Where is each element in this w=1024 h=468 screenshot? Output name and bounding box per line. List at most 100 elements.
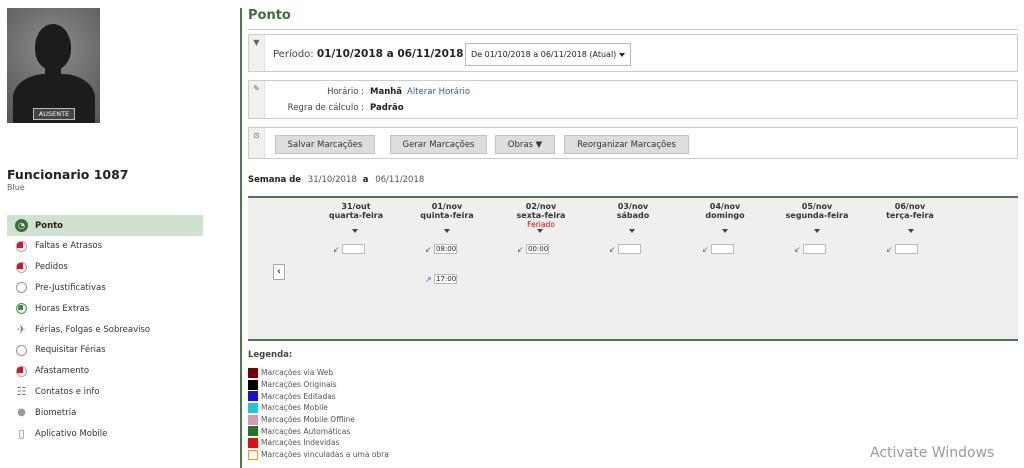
sidebar-item-afastamento[interactable]: Afastamento	[7, 361, 203, 382]
day-header: 04/nov domingo	[680, 202, 770, 220]
sidebar-item-biometria[interactable]: ● Biometria	[7, 402, 203, 423]
punch-in-field[interactable]: 08:00	[434, 244, 457, 254]
punch-out-slot[interactable]: ↗ 17:00	[425, 273, 457, 285]
obras-dropdown-button[interactable]: Obras ▼	[495, 135, 555, 154]
sidebar-item-label: Faltas e Atrasos	[35, 241, 103, 252]
punch-in-field[interactable]	[803, 244, 826, 254]
day-weekday: sábado	[616, 211, 650, 220]
chevron-down-icon[interactable]	[352, 229, 358, 233]
day-date: 01/nov	[431, 202, 463, 211]
punch-in-field[interactable]	[711, 244, 734, 254]
legend-swatch	[248, 414, 258, 425]
arrow-in-icon: ↙	[517, 244, 524, 254]
sidebar-item-faltas[interactable]: Faltas e Atrasos	[7, 236, 203, 257]
chevron-down-icon[interactable]	[629, 229, 635, 233]
legend-swatch	[248, 391, 258, 402]
prev-week-button[interactable]: ‹	[273, 264, 285, 280]
punch-in-slot[interactable]: ↙	[794, 243, 826, 255]
week-label: Semana de	[248, 175, 302, 185]
legend-item: Marcações Editadas	[248, 390, 389, 402]
chevron-down-icon[interactable]	[908, 229, 914, 233]
punch-in-slot[interactable]: ↙	[886, 243, 918, 255]
legend-title: Legenda:	[248, 350, 293, 360]
legend-label: Marcações Automáticas	[261, 426, 351, 436]
chevron-down-icon[interactable]	[444, 229, 450, 233]
regra-value: Padrão	[370, 103, 404, 113]
punch-in-field[interactable]	[618, 244, 641, 254]
sidebar-item-ponto[interactable]: ◔ Ponto	[7, 215, 203, 236]
chevron-down-icon[interactable]	[722, 229, 728, 233]
gerar-marcacoes-button[interactable]: Gerar Marcações	[390, 135, 487, 154]
punch-in-field[interactable]: 00:00	[526, 244, 549, 254]
periodo-panel: ▼ Período: 01/10/2018 a 06/11/2018 De 01…	[248, 34, 1018, 72]
sidebar-item-requisitar-ferias[interactable]: Requisitar Férias	[7, 340, 203, 361]
biometric-icon: ●	[17, 407, 26, 419]
legend-label: Marcações Mobile Offline	[261, 415, 355, 425]
day-date: 05/nov	[801, 202, 833, 211]
sidebar-divider	[240, 8, 242, 468]
day-header: 02/nov sexta-feira Feriado	[496, 202, 586, 229]
sidebar-item-contatos[interactable]: ☷ Contatos e info	[7, 382, 203, 403]
sidebar-item-horas-extras[interactable]: Horas Extras	[7, 298, 203, 319]
punch-in-slot[interactable]: ↙	[702, 243, 734, 255]
week-end: 06/11/2018	[375, 175, 425, 185]
contacts-icon: ☷	[16, 385, 27, 399]
sidebar-item-ferias[interactable]: ✈ Férias, Folgas e Sobreaviso	[7, 319, 203, 340]
salvar-marcacoes-button[interactable]: Salvar Marcações	[275, 135, 375, 154]
chevron-down-icon[interactable]	[814, 229, 820, 233]
legend-label: Marcações Mobile	[261, 403, 328, 413]
legend-swatch	[248, 426, 258, 437]
status-badge: AUSENTE	[33, 108, 75, 120]
sidebar-item-pedidos[interactable]: Pedidos	[7, 257, 203, 278]
avatar: AUSENTE	[7, 8, 100, 123]
punch-in-slot[interactable]: ↙ 08:00	[425, 243, 457, 255]
day-date: 04/nov	[709, 202, 741, 211]
arrow-in-icon: ↙	[702, 244, 709, 254]
alterar-horario-link[interactable]: Alterar Horário	[407, 87, 470, 97]
regra-row: Regra de cálculo : Padrão	[269, 103, 669, 113]
day-date: 31/out	[341, 202, 371, 211]
sidebar-item-pre-justificativas[interactable]: Pre-Justificativas	[7, 278, 203, 299]
punch-out-field[interactable]: 17:00	[434, 274, 457, 284]
periodo-select[interactable]: De 01/10/2018 a 06/11/2018 (Atual)	[465, 43, 631, 66]
legend-item: Marcações Mobile	[248, 402, 389, 414]
day-header: 31/out quarta-feira	[311, 202, 401, 220]
legend-item: Marcações Indevidas	[248, 437, 389, 449]
airplane-icon: ✈	[16, 323, 27, 337]
legend-item: Marcações Mobile Offline	[248, 414, 389, 426]
punch-in-slot[interactable]: ↙	[333, 243, 365, 255]
day-weekday: quarta-feira	[328, 211, 384, 220]
title-divider	[248, 29, 1018, 30]
punch-in-slot[interactable]: ↙ 00:00	[517, 243, 549, 255]
holiday-label: Feriado	[527, 220, 555, 229]
legend: Marcações via Web Marcações Originais Ma…	[248, 367, 389, 461]
employee-name: Funcionario 1087	[7, 167, 129, 182]
overtime-icon	[15, 302, 28, 315]
sidebar-item-label: Requisitar Férias	[35, 345, 106, 356]
justify-icon	[15, 281, 28, 294]
activation-watermark: Activate Windows	[870, 445, 995, 461]
day-weekday: quinta-feira	[420, 211, 474, 220]
punch-in-field[interactable]	[342, 244, 365, 254]
sidebar-item-label: Biometria	[35, 407, 77, 418]
sidebar-item-mobile[interactable]: ▯ Aplicativo Mobile	[7, 423, 203, 444]
legend-swatch	[248, 402, 258, 413]
arrow-in-icon: ↙	[609, 244, 616, 254]
reorganizar-marcacoes-button[interactable]: Reorganizar Marcações	[564, 135, 689, 154]
horario-row: Horário : Manhã Alterar Horário	[269, 87, 669, 97]
clock-alert-icon	[15, 240, 28, 253]
day-header: 03/nov sábado	[588, 202, 678, 220]
legend-label: Marcações vinculadas a uma obra	[261, 450, 389, 460]
punch-in-slot[interactable]: ↙	[609, 243, 641, 255]
week-sep: a	[362, 175, 369, 185]
day-date: 06/nov	[894, 202, 926, 211]
punch-in-field[interactable]	[895, 244, 918, 254]
legend-swatch	[248, 367, 258, 378]
week-grid: ‹ 31/out quarta-feira ↙ 01/nov quinta-fe…	[248, 196, 1018, 341]
sidebar-item-label: Aplicativo Mobile	[35, 428, 108, 439]
arrow-out-icon: ↗	[425, 274, 432, 284]
pencil-icon: ✎	[249, 81, 265, 118]
arrow-in-icon: ↙	[886, 244, 893, 254]
chevron-down-icon[interactable]	[537, 229, 543, 233]
sidebar-item-label: Férias, Folgas e Sobreaviso	[35, 324, 151, 335]
